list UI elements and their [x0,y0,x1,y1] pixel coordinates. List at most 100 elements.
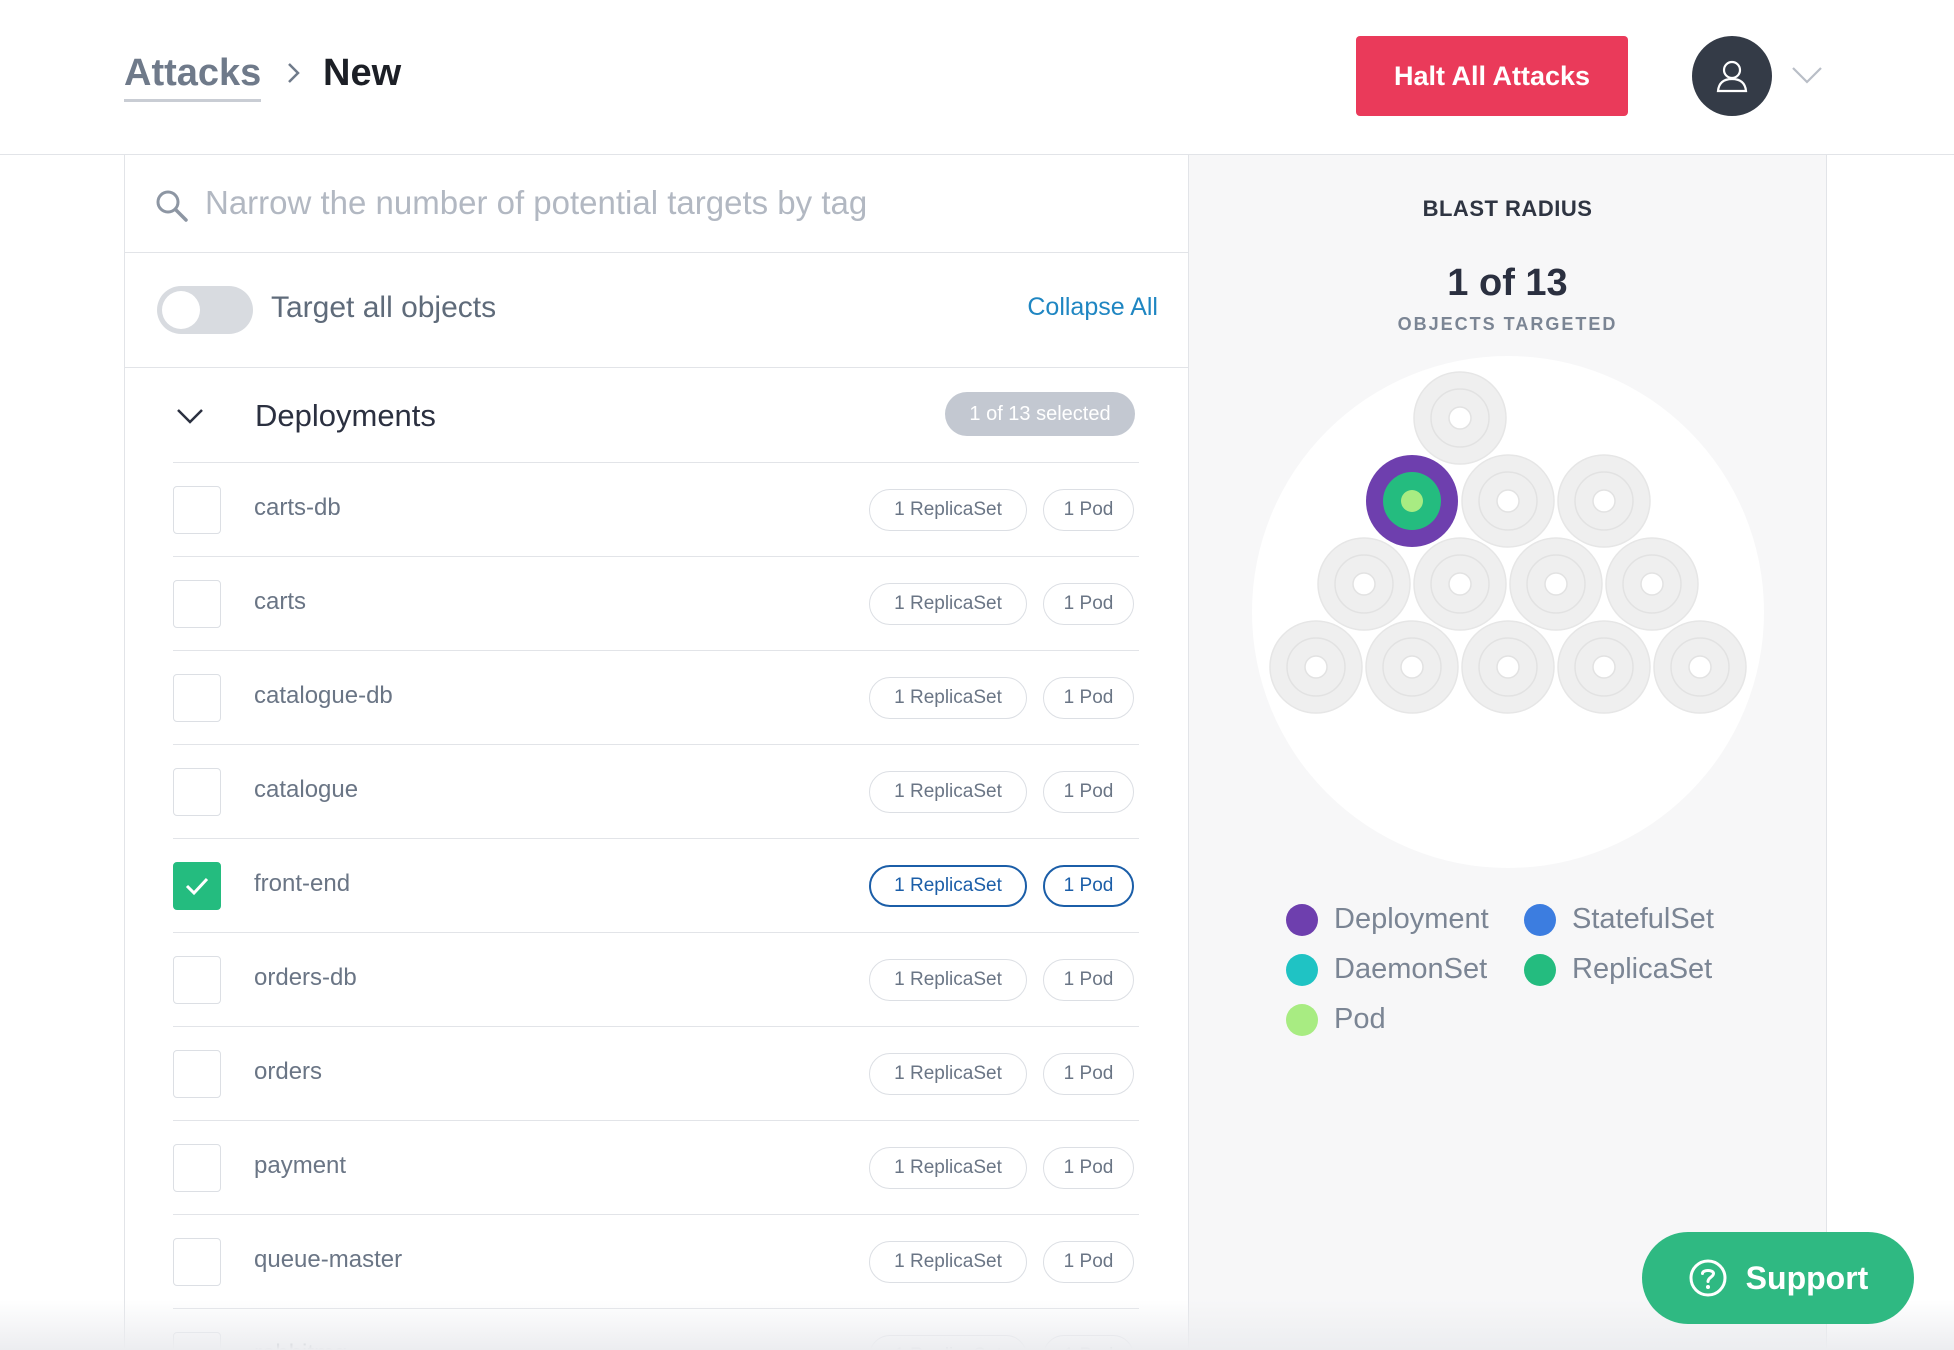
chevron-down-icon[interactable] [1790,63,1824,87]
legend-label: Pod [1334,1003,1386,1035]
target-all-row: Target all objects Collapse All [125,253,1188,368]
item-checkbox[interactable] [173,486,221,534]
blast-radius-title: BLAST RADIUS [1422,196,1593,221]
chevron-down-icon[interactable] [175,406,205,426]
deployments-group-header[interactable]: Deployments 1 of 13 selected [125,368,1188,462]
pod-pill[interactable]: 1 Pod [1043,959,1134,1001]
item-name: orders [254,1058,323,1085]
list-item[interactable]: carts 1 ReplicaSet 1 Pod [173,556,1139,650]
targeted-count: 1 of 13 [1447,262,1568,304]
checkmark-icon [185,877,209,896]
blast-radius-panel: BLAST RADIUS 1 of 13 OBJECTS TARGETED De… [1189,155,1827,1350]
deployment-node [1365,620,1459,714]
deployment-list: carts-db 1 ReplicaSet 1 Pod carts 1 ReplicaS… [173,462,1139,1350]
legend-item: ReplicaSet [1524,953,1712,986]
list-item[interactable]: carts-db 1 ReplicaSet 1 Pod [173,462,1139,556]
list-item[interactable]: queue-master 1 ReplicaSet 1 Pod [173,1214,1139,1308]
item-checkbox[interactable] [173,1144,221,1192]
blast-radius-visualization [1252,356,1764,868]
legend-label: ReplicaSet [1572,953,1713,985]
legend-item: DaemonSet [1286,953,1487,986]
page-title: New [323,52,402,94]
search-icon [156,190,188,222]
legend-item: StatefulSet [1524,903,1714,936]
list-item[interactable]: front-end 1 ReplicaSet 1 Pod [173,838,1139,932]
replicaset-pill[interactable]: 1 ReplicaSet [869,583,1027,625]
legend-item: Pod [1286,1003,1386,1036]
legend-color-dot [1524,903,1556,936]
item-name: rabbitmq [254,1340,347,1350]
collapse-all-link[interactable]: Collapse All [1027,293,1158,322]
targeted-deployment-node [1366,455,1458,547]
list-item[interactable]: payment 1 ReplicaSet 1 Pod [173,1120,1139,1214]
support-button[interactable]: Support [1642,1232,1914,1324]
deployment-node [1653,620,1747,714]
replicaset-pill[interactable]: 1 ReplicaSet [869,1241,1027,1283]
pod-pill[interactable]: 1 Pod [1043,771,1134,813]
item-checkbox[interactable] [173,862,221,910]
replicaset-pill[interactable]: 1 ReplicaSet [869,959,1027,1001]
deployment-node [1461,620,1555,714]
help-circle-icon [1689,1259,1727,1297]
item-checkbox[interactable] [173,1238,221,1286]
item-checkbox[interactable] [173,768,221,816]
item-checkbox[interactable] [173,580,221,628]
legend-label: Deployment [1334,903,1489,935]
item-name: queue-master [254,1246,403,1273]
item-checkbox[interactable] [173,674,221,722]
pod-pill[interactable]: 1 Pod [1043,677,1134,719]
search-bar [125,155,1188,253]
replicaset-pill[interactable]: 1 ReplicaSet [869,1147,1027,1189]
deployment-node [1413,537,1507,631]
deployment-node [1557,454,1651,548]
pod-pill[interactable]: 1 Pod [1043,865,1134,907]
pod-pill[interactable]: 1 Pod [1043,1053,1134,1095]
search-input[interactable] [205,175,1155,231]
deployment-node [1557,620,1651,714]
legend-label: StatefulSet [1572,903,1714,935]
targets-panel: Target all objects Collapse All Deployme… [124,155,1189,1350]
item-name: front-end [254,870,351,897]
halt-all-attacks-button[interactable]: Halt All Attacks [1356,36,1628,116]
pod-pill[interactable]: 1 Pod [1043,1241,1134,1283]
replicaset-pill[interactable]: 1 ReplicaSet [869,1335,1027,1350]
item-name: orders-db [254,964,357,991]
legend-color-dot [1286,903,1318,936]
legend-color-dot [1286,953,1318,986]
avatar[interactable] [1692,36,1772,116]
deployment-node [1509,537,1603,631]
item-checkbox[interactable] [173,956,221,1004]
deployment-node [1317,537,1411,631]
user-icon [1716,60,1748,93]
deployment-node [1413,371,1507,465]
list-item[interactable]: rabbitmq 1 ReplicaSet 1 Pod [173,1308,1139,1350]
pod-pill[interactable]: 1 Pod [1043,489,1134,531]
item-checkbox[interactable] [173,1332,221,1350]
deployment-node [1605,537,1699,631]
replicaset-pill[interactable]: 1 ReplicaSet [869,1053,1027,1095]
list-item[interactable]: orders-db 1 ReplicaSet 1 Pod [173,932,1139,1026]
list-item[interactable]: orders 1 ReplicaSet 1 Pod [173,1026,1139,1120]
list-item[interactable]: catalogue 1 ReplicaSet 1 Pod [173,744,1139,838]
support-label: Support [1745,1259,1869,1296]
replicaset-pill[interactable]: 1 ReplicaSet [869,865,1027,907]
chevron-right-icon [288,63,300,83]
list-item[interactable]: catalogue-db 1 ReplicaSet 1 Pod [173,650,1139,744]
replicaset-pill[interactable]: 1 ReplicaSet [869,677,1027,719]
item-checkbox[interactable] [173,1050,221,1098]
pod-pill[interactable]: 1 Pod [1043,1335,1134,1350]
item-name: catalogue-db [254,682,393,709]
target-all-toggle[interactable] [157,286,253,334]
breadcrumb-attacks-link[interactable]: Attacks [124,52,262,102]
replicaset-pill[interactable]: 1 ReplicaSet [869,489,1027,531]
selection-count-badge: 1 of 13 selected [945,392,1135,436]
item-name: catalogue [254,776,359,803]
deployment-node [1269,620,1363,714]
pod-pill[interactable]: 1 Pod [1043,583,1134,625]
replicaset-pill[interactable]: 1 ReplicaSet [869,771,1027,813]
pod-pill[interactable]: 1 Pod [1043,1147,1134,1189]
toggle-knob [162,291,200,329]
item-name: payment [254,1152,347,1179]
target-all-label: Target all objects [271,291,497,324]
legend-color-dot [1524,953,1556,986]
